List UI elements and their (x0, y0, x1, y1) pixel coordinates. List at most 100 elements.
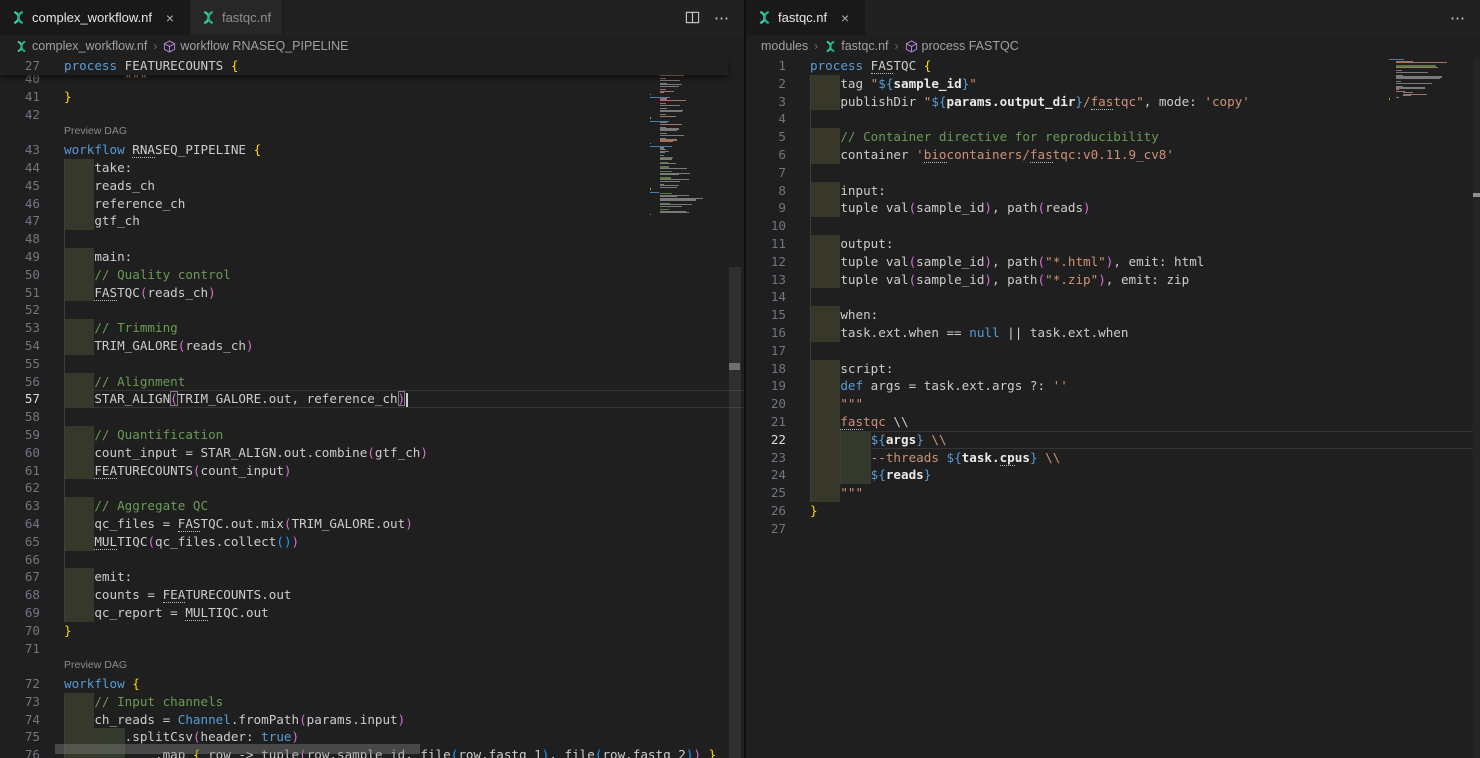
code-line[interactable]: 71 (0, 640, 744, 658)
code-line[interactable]: 54 TRIM_GALORE(reads_ch) (0, 337, 744, 355)
code-line[interactable]: 49 main: (0, 248, 744, 266)
code-line[interactable]: 6 container 'biocontainers/fastqc:v0.11.… (746, 146, 1480, 164)
code-line[interactable]: 62 (0, 479, 744, 497)
code-line[interactable]: 26} (746, 502, 1480, 520)
code-line[interactable]: 2 tag "${sample_id}" (746, 75, 1480, 93)
breadcrumb-item-symbol[interactable]: workflow RNASEQ_PIPELINE (163, 39, 348, 53)
minimap[interactable] (650, 59, 728, 215)
code-line[interactable]: 11 output: (746, 235, 1480, 253)
code-line[interactable]: 66 (0, 551, 744, 569)
code-line[interactable]: 17 (746, 342, 1480, 360)
code-line[interactable]: 13 tuple val(sample_id), path("*.zip"), … (746, 271, 1480, 289)
code-line[interactable]: 21 fastqc \\ (746, 413, 1480, 431)
code-line[interactable]: 1process FASTQC { (746, 57, 1480, 75)
code-line[interactable]: 60 count_input = STAR_ALIGN.out.combine(… (0, 444, 744, 462)
code-line[interactable]: 63 // Aggregate QC (0, 497, 744, 515)
code-line[interactable]: 43workflow RNASEQ_PIPELINE { (0, 141, 744, 159)
code-line[interactable]: 42 (0, 106, 744, 124)
overview-ruler[interactable] (1473, 57, 1480, 758)
code-line[interactable]: 3 publishDir "${params.output_dir}/fastq… (746, 93, 1480, 111)
close-icon[interactable]: × (162, 10, 178, 26)
code-editor-left[interactable]: 40 """41}42Preview DAG43workflow RNASEQ_… (0, 57, 744, 758)
code-line[interactable]: 64 qc_files = FASTQC.out.mix(TRIM_GALORE… (0, 515, 744, 533)
tab-fastqc-right[interactable]: fastqc.nf × (746, 0, 865, 35)
line-number: 17 (746, 342, 810, 360)
code-line[interactable]: 72workflow { (0, 675, 744, 693)
code-line[interactable]: 27 (746, 520, 1480, 538)
split-editor-icon[interactable] (685, 10, 700, 25)
code-line[interactable]: 47 gtf_ch (0, 212, 744, 230)
line-number: 27 (746, 520, 810, 538)
breadcrumb-item-file[interactable]: complex_workflow.nf (15, 39, 147, 53)
code-line[interactable]: 24 ${reads} (746, 466, 1480, 484)
code-line[interactable]: 4 (746, 110, 1480, 128)
tab-bar-right: fastqc.nf × ⋯ (746, 0, 1480, 35)
code-line[interactable]: 5 // Container directive for reproducibi… (746, 128, 1480, 146)
scrollbar-thumb[interactable] (729, 267, 741, 758)
nextflow-icon (824, 40, 837, 53)
code-line[interactable]: 59 // Quantification (0, 426, 744, 444)
code-line[interactable]: 55 (0, 355, 744, 373)
code-line[interactable]: 52 (0, 301, 744, 319)
code-line[interactable]: 65 MULTIQC(qc_files.collect()) (0, 533, 744, 551)
code-line[interactable]: 18 script: (746, 360, 1480, 378)
code-line[interactable]: 61 FEATURECOUNTS(count_input) (0, 462, 744, 480)
horizontal-scrollbar[interactable] (0, 744, 594, 754)
close-icon[interactable]: × (837, 10, 853, 26)
code-line[interactable]: 7 (746, 164, 1480, 182)
breadcrumb-item-file[interactable]: fastqc.nf (824, 39, 888, 53)
line-number: 67 (0, 568, 64, 586)
line-number: 5 (746, 128, 810, 146)
minimap[interactable] (1389, 59, 1451, 102)
tab-fastqc-left[interactable]: fastqc.nf (190, 0, 283, 35)
code-line[interactable]: 19 def args = task.ext.args ?: '' (746, 377, 1480, 395)
code-line[interactable]: 44 take: (0, 159, 744, 177)
tab-label: complex_workflow.nf (32, 10, 152, 25)
code-line[interactable]: 45 reads_ch (0, 177, 744, 195)
code-line[interactable]: 20 """ (746, 395, 1480, 413)
code-line[interactable]: 10 (746, 217, 1480, 235)
code-line[interactable]: 22 ${args} \\ (746, 431, 1480, 449)
scrollbar-handle[interactable] (729, 363, 740, 370)
line-number: 7 (746, 164, 810, 182)
code-line[interactable]: 23 --threads ${task.cpus} \\ (746, 449, 1480, 467)
codelens-link[interactable]: Preview DAG (64, 123, 127, 141)
line-number: 19 (746, 377, 810, 395)
vertical-scrollbar[interactable] (728, 57, 742, 758)
tab-complex-workflow[interactable]: complex_workflow.nf × (0, 0, 190, 35)
code-line[interactable]: 15 when: (746, 306, 1480, 324)
more-actions-icon[interactable]: ⋯ (714, 9, 730, 27)
code-line[interactable]: 51 FASTQC(reads_ch) (0, 284, 744, 302)
code-line[interactable]: 53 // Trimming (0, 319, 744, 337)
code-line[interactable]: 56 // Alignment (0, 373, 744, 391)
more-actions-icon[interactable]: ⋯ (1450, 9, 1466, 27)
code-line[interactable]: 67 emit: (0, 568, 744, 586)
code-line[interactable]: 12 tuple val(sample_id), path("*.html"),… (746, 253, 1480, 271)
code-line[interactable]: 57 STAR_ALIGN(TRIM_GALORE.out, reference… (0, 390, 744, 408)
code-line[interactable]: 74 ch_reads = Channel.fromPath(params.in… (0, 711, 744, 729)
code-line[interactable]: 68 counts = FEATURECOUNTS.out (0, 586, 744, 604)
code-line[interactable]: 46 reference_ch (0, 195, 744, 213)
code-line[interactable]: 14 (746, 288, 1480, 306)
nextflow-icon (757, 10, 772, 25)
code-line[interactable]: 48 (0, 230, 744, 248)
code-line[interactable]: 8 input: (746, 182, 1480, 200)
code-line[interactable]: 58 (0, 408, 744, 426)
code-line[interactable]: 27process FEATURECOUNTS { (0, 57, 728, 75)
tab-strip-empty (865, 0, 1436, 35)
breadcrumb-item-symbol[interactable]: process FASTQC (905, 39, 1019, 53)
code-line[interactable]: 70} (0, 622, 744, 640)
scrollbar-thumb[interactable] (55, 744, 420, 754)
code-line[interactable]: 16 task.ext.when == null || task.ext.whe… (746, 324, 1480, 342)
code-line[interactable]: 25 """ (746, 484, 1480, 502)
code-line[interactable]: 9 tuple val(sample_id), path(reads) (746, 199, 1480, 217)
breadcrumb-item-folder[interactable]: modules (761, 39, 808, 53)
line-number: 24 (746, 466, 810, 484)
code-line[interactable]: 69 qc_report = MULTIQC.out (0, 604, 744, 622)
sticky-scroll-line[interactable]: 27process FEATURECOUNTS { (0, 57, 728, 75)
code-line[interactable]: 50 // Quality control (0, 266, 744, 284)
code-line[interactable]: 73 // Input channels (0, 693, 744, 711)
code-editor-right[interactable]: 1process FASTQC {2 tag "${sample_id}"3 p… (746, 57, 1480, 758)
codelens-link[interactable]: Preview DAG (64, 657, 127, 675)
code-line[interactable]: 41} (0, 88, 744, 106)
